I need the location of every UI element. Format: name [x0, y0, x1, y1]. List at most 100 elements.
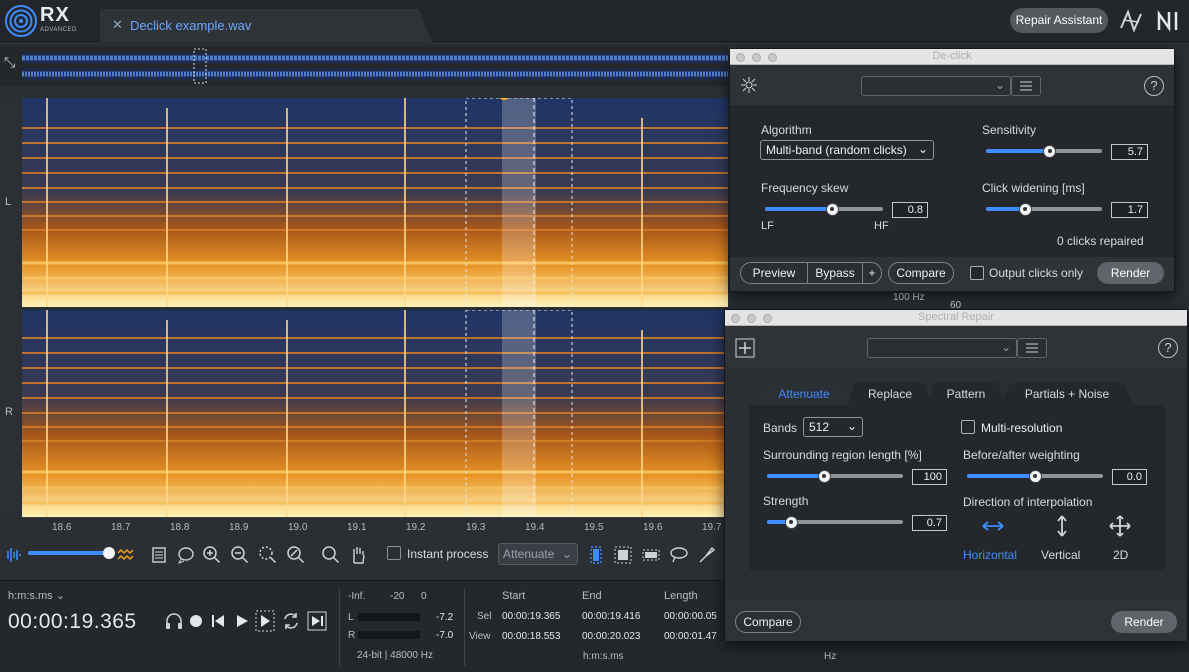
chevron-down-icon: ⌄ — [1000, 340, 1011, 354]
lf-label: LF — [761, 220, 774, 232]
declick-preset-menu-button[interactable] — [1011, 76, 1041, 96]
modules-icon[interactable] — [1118, 8, 1144, 34]
skip-to-end-icon[interactable] — [307, 611, 327, 631]
spectrogram-left[interactable] — [22, 98, 728, 307]
tab-pattern[interactable]: Pattern — [928, 383, 1004, 405]
surrounding-region-value-field[interactable]: 100 — [912, 469, 947, 485]
channel-right-label[interactable]: R — [5, 406, 13, 418]
slider-knob[interactable] — [1018, 202, 1032, 216]
declick-title: De-click — [932, 50, 972, 62]
ruler-tick: 18.7 — [111, 522, 131, 533]
declick-title-bar[interactable]: De-click — [730, 49, 1174, 65]
tab-replace[interactable]: Replace — [848, 383, 932, 405]
move-2d-icon[interactable] — [1108, 514, 1132, 538]
channel-left-label[interactable]: L — [5, 196, 11, 208]
help-icon[interactable]: ? — [1144, 76, 1164, 96]
freq-skew-value-field[interactable]: 0.8 — [892, 202, 928, 218]
zoom-out-icon[interactable] — [230, 545, 250, 565]
play-icon[interactable] — [234, 613, 250, 629]
instant-process-mode-select[interactable]: Attenuate ⌄ — [498, 543, 578, 565]
click-widening-value-field[interactable]: 1.7 — [1111, 202, 1148, 218]
view-end-field[interactable]: 00:00:20.023 — [582, 631, 640, 642]
time-format-select[interactable]: h:m:s.ms ⌄ — [8, 589, 65, 602]
notes-icon[interactable] — [149, 545, 169, 565]
spectral-preset-select[interactable]: ⌄ — [867, 338, 1017, 358]
play-selection-icon[interactable] — [255, 610, 275, 632]
spectral-render-button[interactable]: Render — [1111, 611, 1177, 633]
slider-knob[interactable] — [817, 469, 831, 483]
slider-knob[interactable] — [1028, 469, 1042, 483]
time-unit-label: h:m:s.ms — [583, 651, 624, 662]
divider — [339, 588, 340, 666]
time-freq-selection-icon[interactable] — [613, 545, 633, 565]
strength-value-field[interactable]: 0.7 — [912, 515, 947, 531]
zoom-tool-icon[interactable] — [321, 545, 341, 565]
current-time-display: 00:00:19.365 — [8, 610, 137, 633]
bypass-button[interactable]: Bypass — [807, 262, 863, 284]
vertical-arrow-icon[interactable] — [1052, 514, 1072, 538]
preview-button[interactable]: Preview — [740, 262, 808, 284]
lasso-icon[interactable] — [669, 545, 689, 565]
hand-tool-icon[interactable] — [348, 545, 368, 565]
spectral-compare-button[interactable]: Compare — [735, 611, 801, 633]
brush-icon[interactable] — [697, 545, 717, 565]
declick-preset-select[interactable]: ⌄ — [861, 76, 1011, 96]
add-to-chain-button[interactable]: + — [862, 262, 882, 284]
interp-2d-option[interactable]: 2D — [1113, 548, 1128, 562]
waveform-overview[interactable] — [0, 46, 728, 86]
waveform-view-icon[interactable] — [3, 545, 23, 565]
bands-select[interactable]: 512 ⌄ — [803, 417, 863, 437]
slider-fill — [767, 474, 825, 478]
zoom-in-icon[interactable] — [202, 545, 222, 565]
algorithm-label: Algorithm — [761, 123, 812, 137]
tab-attenuate[interactable]: Attenuate — [756, 383, 852, 405]
view-start-field[interactable]: 00:00:18.553 — [502, 631, 560, 642]
algorithm-select[interactable]: Multi-band (random clicks) ⌄ — [760, 140, 934, 160]
interp-horizontal-option[interactable]: Horizontal — [963, 548, 1017, 562]
headphones-icon[interactable] — [164, 611, 184, 631]
sensitivity-value-field[interactable]: 5.7 — [1111, 144, 1148, 160]
record-icon[interactable] — [188, 613, 204, 629]
spectrogram-right[interactable] — [22, 310, 728, 517]
slider-knob[interactable] — [1043, 144, 1057, 158]
slider-knob[interactable] — [784, 515, 798, 529]
hf-label: HF — [874, 220, 889, 232]
sel-end-field[interactable]: 00:00:19.416 — [582, 611, 640, 622]
sel-start-field[interactable]: 00:00:19.365 — [502, 611, 560, 622]
file-tab-title[interactable]: Declick example.wav — [130, 18, 251, 33]
time-selection-icon[interactable] — [586, 545, 606, 565]
view-row-label: View — [469, 631, 491, 642]
interp-vertical-option[interactable]: Vertical — [1041, 548, 1080, 562]
render-button[interactable]: Render — [1097, 262, 1164, 284]
zoom-selection-icon[interactable] — [258, 545, 278, 565]
spectral-preset-menu-button[interactable] — [1017, 338, 1047, 358]
zoom-fit-icon[interactable] — [286, 545, 306, 565]
spectrogram-view-icon[interactable] — [116, 545, 136, 565]
instant-process-checkbox[interactable] — [387, 546, 401, 560]
tab-partials-noise[interactable]: Partials + Noise — [1000, 383, 1134, 405]
help-icon[interactable]: ? — [1158, 338, 1178, 358]
output-clicks-only-checkbox[interactable] — [970, 266, 984, 280]
spectral-repair-title-bar[interactable]: Spectral Repair — [725, 310, 1187, 326]
sel-length-field[interactable]: 00:00:00.05 — [664, 611, 726, 622]
sel-row-label: Sel — [477, 611, 492, 622]
loop-icon[interactable] — [281, 611, 301, 631]
spectro-blend-slider-knob[interactable] — [103, 547, 115, 559]
close-icon[interactable]: ✕ — [112, 17, 123, 33]
slider-knob[interactable] — [825, 202, 839, 216]
multi-resolution-checkbox[interactable] — [961, 420, 975, 434]
view-length-field[interactable]: 00:00:01.47 — [664, 631, 726, 642]
ruler-tick: 19.0 — [288, 522, 308, 533]
compare-button[interactable]: Compare — [888, 262, 954, 284]
meter-scale-0: 0 — [421, 591, 427, 602]
ruler-tick: 18.9 — [229, 522, 249, 533]
horizontal-arrow-icon[interactable] — [981, 516, 1005, 536]
time-ruler[interactable]: 18.6 18.7 18.8 18.9 19.0 19.1 19.2 19.3 … — [22, 517, 728, 537]
skip-back-icon[interactable] — [210, 613, 226, 629]
repair-assistant-button[interactable]: Repair Assistant — [1010, 8, 1108, 33]
multi-resolution-label: Multi-resolution — [981, 421, 1063, 435]
freq-selection-icon[interactable] — [641, 545, 661, 565]
comment-icon[interactable] — [176, 545, 196, 565]
zoom-fit-icon[interactable]: ⤡ — [4, 54, 15, 71]
before-after-weighting-value-field[interactable]: 0.0 — [1112, 469, 1147, 485]
